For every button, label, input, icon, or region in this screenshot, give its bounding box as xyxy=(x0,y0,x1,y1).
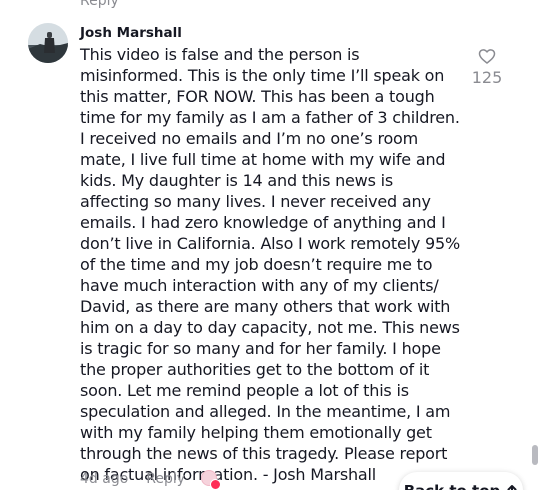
comments-panel: Reply Josh Marshall This video is false … xyxy=(0,0,540,490)
back-to-top-button[interactable]: Back to top xyxy=(399,472,523,490)
previous-comment-reply-button[interactable]: Reply xyxy=(80,0,119,9)
comment-timestamp: 4d ago xyxy=(80,471,129,487)
creator-liked-badge-icon xyxy=(201,470,222,490)
scrollbar-thumb[interactable] xyxy=(532,445,538,465)
comment-meta: 4d ago Reply xyxy=(80,470,222,490)
arrow-up-icon xyxy=(507,485,517,490)
heart-outline-icon xyxy=(478,49,496,64)
comment-text: This video is false and the person is mi… xyxy=(80,45,460,484)
avatar-photo xyxy=(28,23,68,63)
avatar[interactable] xyxy=(28,23,68,63)
creator-heart-icon xyxy=(210,479,222,490)
like-button[interactable]: 125 xyxy=(471,46,503,87)
like-count: 125 xyxy=(471,68,503,87)
comment-author[interactable]: Josh Marshall xyxy=(80,25,182,41)
back-to-top-label: Back to top xyxy=(404,482,501,490)
reply-button[interactable]: Reply xyxy=(146,471,185,487)
